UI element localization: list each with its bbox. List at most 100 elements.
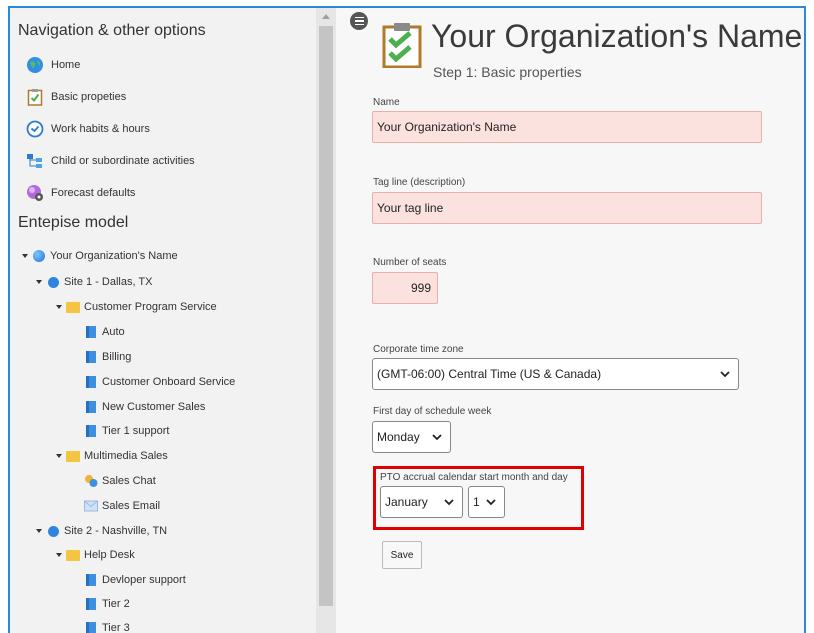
name-label: Name <box>373 97 400 108</box>
timezone-label: Corporate time zone <box>373 344 464 355</box>
chevron-down-icon[interactable] <box>56 454 62 458</box>
menu-button[interactable] <box>350 12 368 30</box>
tree-item-label: Sales Email <box>102 500 161 512</box>
folder-icon <box>66 300 80 314</box>
chevron-down-icon <box>720 371 730 378</box>
tree-item-help-desk[interactable]: Help Desk <box>56 545 135 565</box>
globe-icon <box>26 56 44 74</box>
menu-icon <box>354 16 364 19</box>
tree-item-label: Tier 2 <box>102 598 130 610</box>
sidebar-item-label: Basic propeties <box>51 91 127 103</box>
chevron-down-icon[interactable] <box>56 553 62 557</box>
sidebar-item-label: Child or subordinate activities <box>51 155 195 167</box>
chevron-down-icon <box>486 499 496 506</box>
tree-item-tier-3[interactable]: Tier 3 <box>84 618 130 633</box>
clock-icon <box>26 120 44 138</box>
pto-day-value: 1 <box>473 495 480 509</box>
chevron-down-icon[interactable] <box>36 529 42 533</box>
clipboard-check-icon <box>26 88 44 106</box>
sidebar-scrollbar[interactable] <box>316 8 336 633</box>
sidebar-item-label: Forecast defaults <box>51 187 136 199</box>
save-button[interactable]: Save <box>382 541 422 569</box>
tree-item-sales-email[interactable]: Sales Email <box>84 496 160 516</box>
tree-item-customer-program-service[interactable]: Customer Program Service <box>56 297 217 317</box>
tree-item-tier-1-support[interactable]: Tier 1 support <box>84 421 169 441</box>
firstday-value: Monday <box>377 430 420 444</box>
tree-item-label: Sales Chat <box>102 475 156 487</box>
firstday-select[interactable]: Monday <box>372 421 451 453</box>
tree-item-auto[interactable]: Auto <box>84 322 125 342</box>
tree-item-billing[interactable]: Billing <box>84 347 131 367</box>
queue-icon <box>84 400 98 414</box>
queue-icon <box>84 621 98 633</box>
sidebar-item-home[interactable]: Home <box>26 54 80 76</box>
queue-icon <box>84 573 98 587</box>
chevron-down-icon[interactable] <box>22 254 28 258</box>
folder-icon <box>66 449 80 463</box>
pto-month-value: January <box>385 495 428 509</box>
pto-label: PTO accrual calendar start month and day <box>380 472 568 483</box>
chevron-down-icon <box>444 499 454 506</box>
tree-item-label: Auto <box>102 326 125 338</box>
tree-item-new-customer-sales[interactable]: New Customer Sales <box>84 397 205 417</box>
tree-item-label: Customer Program Service <box>84 301 217 313</box>
sidebar-item-label: Home <box>51 59 81 71</box>
name-field[interactable] <box>372 111 762 143</box>
tree-item-label: Your Organization's Name <box>50 250 178 262</box>
app-window: Navigation & other options Home Basic pr… <box>8 6 806 633</box>
tagline-label: Tag line (description) <box>373 177 466 188</box>
sidebar-item-child-activities[interactable]: Child or subordinate activities <box>26 150 195 172</box>
pto-day-select[interactable]: 1 <box>468 486 505 518</box>
tagline-field[interactable] <box>372 192 762 224</box>
page-subtitle: Step 1: Basic properties <box>433 64 582 80</box>
seats-field[interactable] <box>372 272 438 304</box>
timezone-value: (GMT-06:00) Central Time (US & Canada) <box>377 367 602 381</box>
tree-item-label: Customer Onboard Service <box>102 376 236 388</box>
tree-item-label: Billing <box>102 351 132 363</box>
site-icon <box>46 524 60 538</box>
firstday-label: First day of schedule week <box>373 406 492 417</box>
queue-icon <box>84 375 98 389</box>
chevron-down-icon[interactable] <box>36 280 42 284</box>
tree-item-label: Site 2 - Nashville, TN <box>64 525 168 537</box>
page-title: Your Organization's Name <box>431 18 803 54</box>
queue-icon <box>84 350 98 364</box>
hierarchy-icon <box>26 152 44 170</box>
folder-icon <box>66 548 80 562</box>
queue-icon <box>84 424 98 438</box>
queue-icon <box>84 597 98 611</box>
queue-icon <box>84 325 98 339</box>
tree-item-sales-chat[interactable]: Sales Chat <box>84 471 156 491</box>
tree-item-site-1[interactable]: Site 1 - Dallas, TX <box>36 272 152 292</box>
chevron-down-icon[interactable] <box>56 305 62 309</box>
sidebar-item-basic-properties[interactable]: Basic propeties <box>26 86 126 108</box>
tree-item-label: Tier 1 support <box>102 425 170 437</box>
tree-item-label: New Customer Sales <box>102 401 206 413</box>
scroll-up-icon[interactable] <box>322 14 330 19</box>
pto-month-select[interactable]: January <box>380 486 463 518</box>
tree-item-multimedia-sales[interactable]: Multimedia Sales <box>56 446 168 466</box>
email-icon <box>84 499 98 513</box>
site-icon <box>46 275 60 289</box>
tree-item-label: Tier 3 <box>102 622 130 633</box>
tree-item-label: Devloper support <box>102 574 186 586</box>
tree-item-site-2[interactable]: Site 2 - Nashville, TN <box>36 521 167 541</box>
tree-item-customer-onboard-service[interactable]: Customer Onboard Service <box>84 372 235 392</box>
scrollbar-thumb[interactable] <box>319 26 333 606</box>
tree-item-label: Multimedia Sales <box>84 450 168 462</box>
clipboard-check-icon <box>382 22 422 73</box>
tree-item-organization[interactable]: Your Organization's Name <box>22 246 178 266</box>
sidebar-item-label: Work habits & hours <box>51 123 150 135</box>
sidebar-item-forecast-defaults[interactable]: Forecast defaults <box>26 182 135 204</box>
sidebar: Navigation & other options Home Basic pr… <box>10 8 316 633</box>
model-section-title: Entepise model <box>18 214 129 231</box>
tree-item-label: Help Desk <box>84 549 135 561</box>
main-panel: Your Organization's Name Step 1: Basic p… <box>336 8 804 633</box>
tree-item-tier-2[interactable]: Tier 2 <box>84 594 130 614</box>
nav-section-title: Navigation & other options <box>18 22 206 39</box>
tree-item-developer-support[interactable]: Devloper support <box>84 570 186 590</box>
chat-icon <box>84 474 98 488</box>
timezone-select[interactable]: (GMT-06:00) Central Time (US & Canada) <box>372 358 739 390</box>
sidebar-item-work-habits[interactable]: Work habits & hours <box>26 118 150 140</box>
globe-icon <box>32 249 46 263</box>
